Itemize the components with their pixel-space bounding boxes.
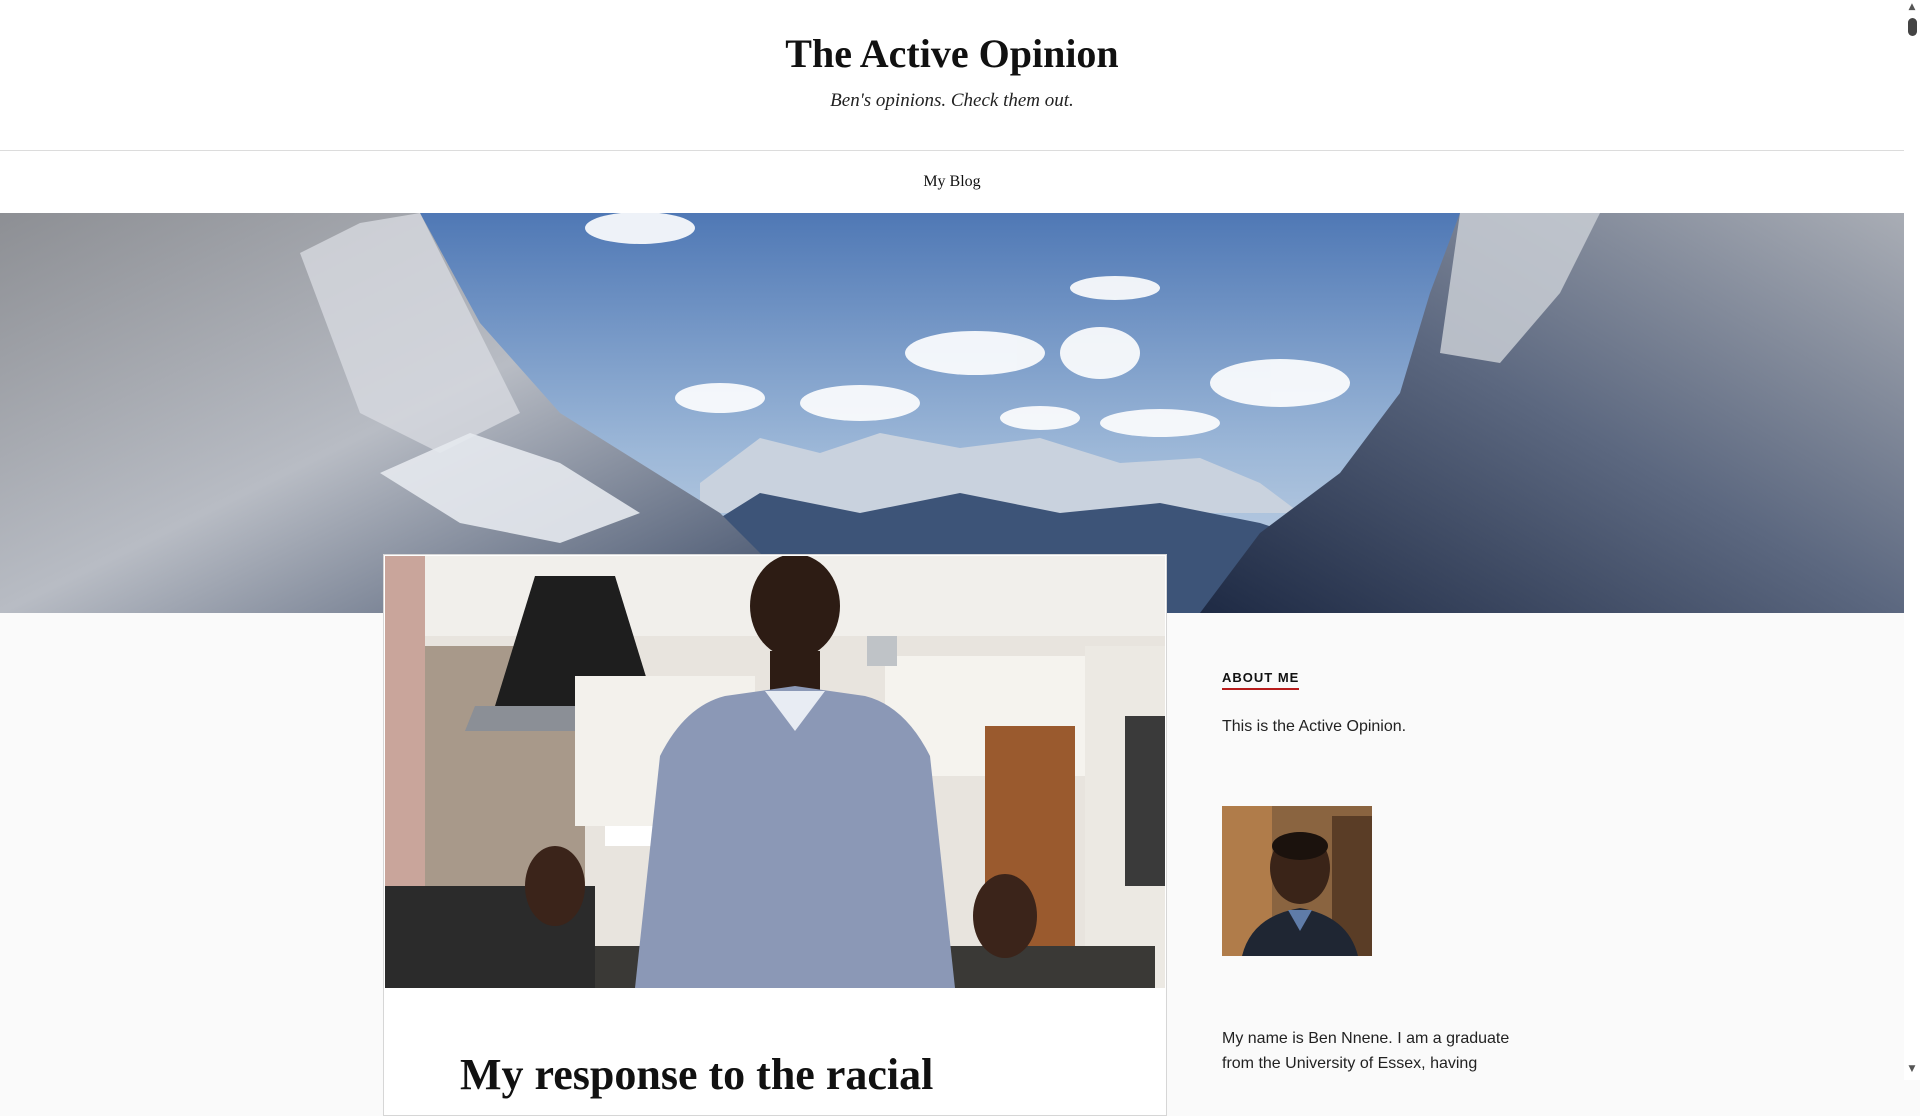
scroll-down-arrow-icon[interactable]: ▼ (1904, 1064, 1920, 1078)
author-bio-text: My name is Ben Nnene. I am a graduate fr… (1222, 1030, 1510, 1072)
scroll-up-arrow-icon[interactable]: ▲ (1904, 2, 1920, 16)
vertical-scrollbar[interactable]: ▲ ▼ (1904, 0, 1920, 1080)
author-avatar (1222, 806, 1372, 956)
main-navigation: My Blog (0, 151, 1904, 213)
nav-item-my-blog[interactable]: My Blog (0, 173, 1904, 191)
site-tagline: Ben's opinions. Check them out. (830, 90, 1074, 111)
post-title[interactable]: My response to the racial (460, 1049, 1120, 1101)
featured-post-card: My response to the racial (383, 554, 1167, 1116)
about-me-text: This is the Active Opinion. (1222, 718, 1407, 735)
scrollbar-thumb[interactable] (1908, 18, 1917, 36)
site-header: The Active Opinion Ben's opinions. Check… (0, 0, 1904, 151)
post-featured-image[interactable] (385, 556, 1165, 988)
header-mountain-image (0, 213, 1904, 613)
site-title[interactable]: The Active Opinion (0, 30, 1904, 77)
about-me-heading: ABOUT ME (1222, 670, 1300, 690)
